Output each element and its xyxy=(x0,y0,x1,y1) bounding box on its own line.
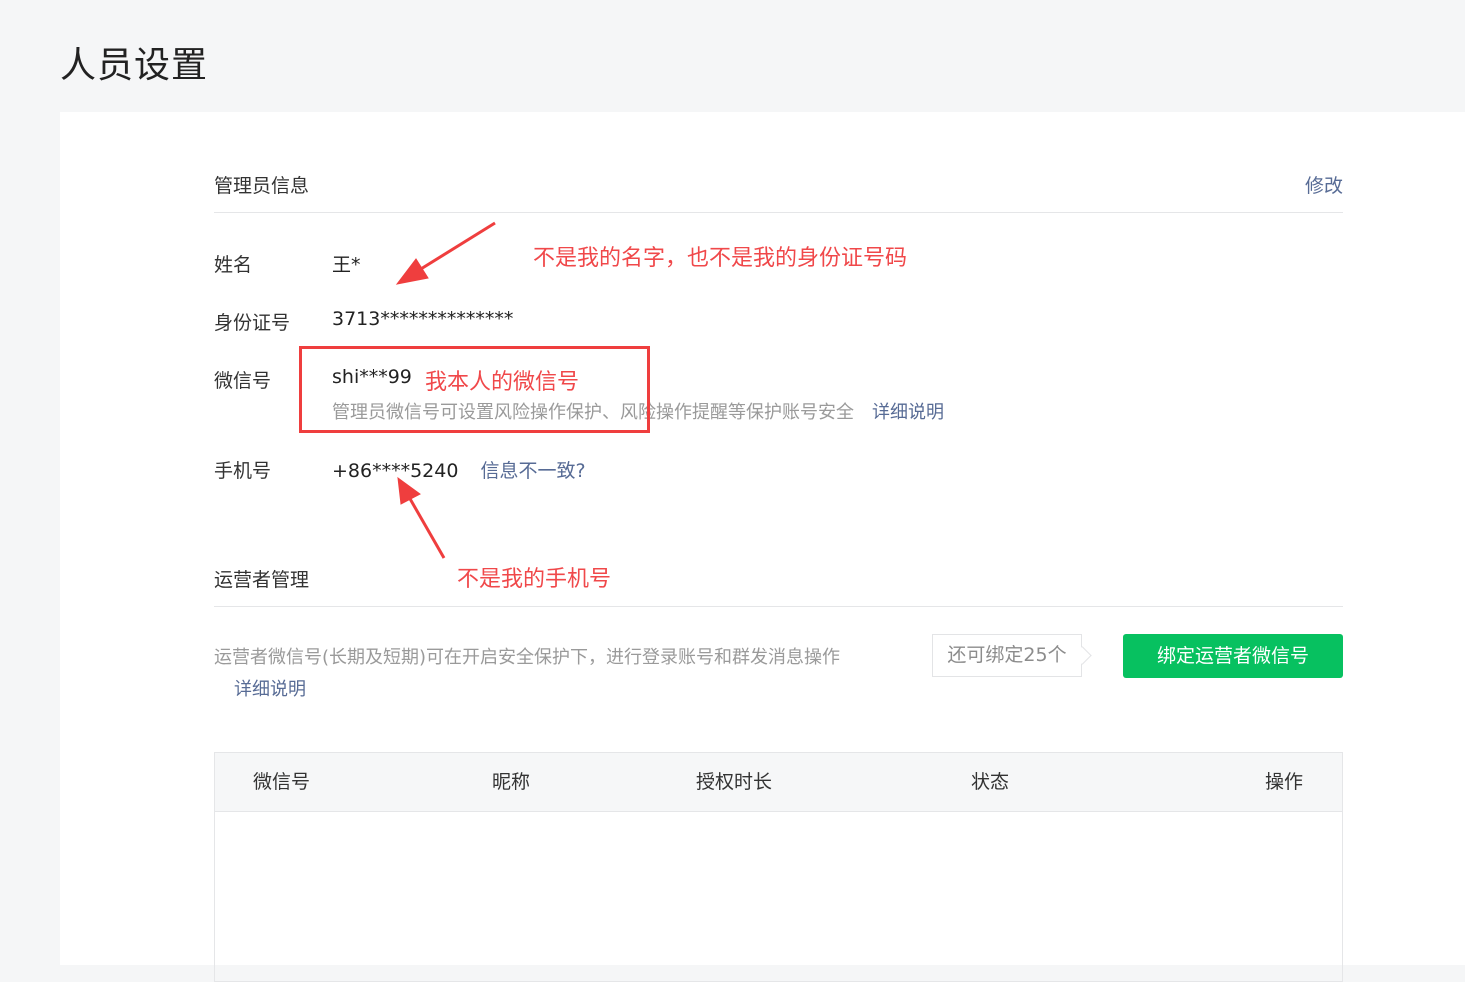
phone-value: +86****5240 xyxy=(332,460,459,482)
operators-description-text: 运营者微信号(长期及短期)可在开启安全保护下，进行登录账号和群发消息操作 xyxy=(214,647,841,668)
info-mismatch-link[interactable]: 信息不一致? xyxy=(481,460,586,482)
operators-table-header: 微信号 昵称 授权时长 状态 操作 xyxy=(215,753,1342,812)
phone-label: 手机号 xyxy=(214,460,272,482)
page-title: 人员设置 xyxy=(60,45,209,86)
phone-row: +86****5240 信息不一致? xyxy=(332,456,586,483)
bind-operator-button[interactable]: 绑定运营者微信号 xyxy=(1123,634,1343,678)
remaining-quota-badge: 还可绑定25个 xyxy=(932,634,1082,677)
admin-section-header: 管理员信息 修改 xyxy=(214,168,1343,213)
annotation-my-wechat: 我本人的微信号 xyxy=(425,370,580,395)
annotation-not-my-phone: 不是我的手机号 xyxy=(457,567,612,592)
column-status: 状态 xyxy=(971,771,1010,793)
name-value: 王* xyxy=(332,254,361,276)
edit-admin-link[interactable]: 修改 xyxy=(1305,171,1343,198)
operators-table: 微信号 昵称 授权时长 状态 操作 xyxy=(214,752,1343,982)
column-wechat-id: 微信号 xyxy=(253,771,311,793)
id-card-value: 3713************** xyxy=(332,308,514,330)
column-auth-duration: 授权时长 xyxy=(696,771,773,793)
admin-section-title: 管理员信息 xyxy=(214,175,310,197)
wechat-label: 微信号 xyxy=(214,370,272,392)
operators-section-header: 运营者管理 xyxy=(214,562,1343,607)
operators-detail-link[interactable]: 详细说明 xyxy=(234,674,914,706)
operators-section-title: 运营者管理 xyxy=(214,569,310,591)
column-nickname: 昵称 xyxy=(492,771,531,793)
annotation-not-my-name-id: 不是我的名字，也不是我的身份证号码 xyxy=(533,246,908,271)
column-actions: 操作 xyxy=(1265,771,1304,793)
id-card-label: 身份证号 xyxy=(214,312,291,334)
wechat-detail-link[interactable]: 详细说明 xyxy=(872,402,944,423)
operators-description: 运营者微信号(长期及短期)可在开启安全保护下，进行登录账号和群发消息操作 详细说… xyxy=(214,642,914,706)
name-label: 姓名 xyxy=(214,254,253,276)
